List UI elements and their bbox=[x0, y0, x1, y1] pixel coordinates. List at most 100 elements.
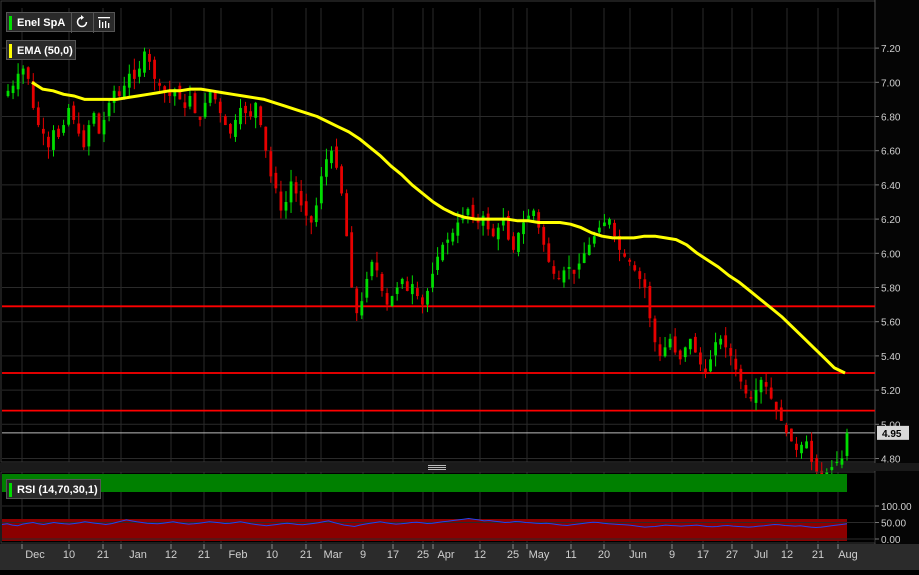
candle-body[interactable] bbox=[57, 128, 60, 138]
candle-body[interactable] bbox=[623, 253, 627, 257]
candle-body[interactable] bbox=[688, 338, 692, 350]
candle-body[interactable] bbox=[410, 284, 414, 295]
candle-body[interactable] bbox=[613, 222, 616, 237]
candle-body[interactable] bbox=[633, 265, 637, 271]
candle-body[interactable] bbox=[845, 432, 849, 456]
candle-body[interactable] bbox=[405, 281, 409, 291]
candle-body[interactable] bbox=[572, 269, 576, 274]
candle-body[interactable] bbox=[274, 172, 278, 189]
candle-body[interactable] bbox=[835, 461, 839, 464]
candle-body[interactable] bbox=[592, 236, 596, 244]
candle-body[interactable] bbox=[496, 227, 500, 240]
candle-body[interactable] bbox=[390, 296, 394, 307]
candle-body[interactable] bbox=[724, 335, 728, 348]
candle-body[interactable] bbox=[188, 95, 192, 107]
candle-body[interactable] bbox=[466, 208, 470, 215]
price-chart[interactable]: 7.20 7.00 6.80 6.60 6.40 6.20 6.00 5.80 5.60 5.40… bbox=[0, 0, 919, 570]
candle-body[interactable] bbox=[289, 181, 293, 203]
candle-body[interactable] bbox=[294, 182, 298, 194]
candle-body[interactable] bbox=[426, 290, 429, 305]
candle-body[interactable] bbox=[648, 286, 652, 319]
candle-body[interactable] bbox=[522, 222, 525, 235]
candle-body[interactable] bbox=[441, 244, 445, 261]
candle-body[interactable] bbox=[400, 278, 404, 285]
candle-body[interactable] bbox=[719, 338, 723, 345]
candle-body[interactable] bbox=[143, 51, 146, 73]
candle-body[interactable] bbox=[355, 288, 359, 314]
candle-body[interactable] bbox=[375, 262, 379, 271]
candle-body[interactable] bbox=[608, 219, 611, 225]
candle-body[interactable] bbox=[112, 90, 116, 103]
candle-body[interactable] bbox=[512, 236, 515, 250]
candle-body[interactable] bbox=[158, 83, 162, 86]
candle-body[interactable] bbox=[254, 102, 258, 118]
candle-body[interactable] bbox=[335, 146, 338, 168]
candle-body[interactable] bbox=[239, 107, 242, 125]
candle-body[interactable] bbox=[360, 301, 364, 316]
candle-body[interactable] bbox=[699, 352, 702, 365]
candle-body[interactable] bbox=[132, 69, 136, 79]
candle-body[interactable] bbox=[340, 166, 343, 194]
symbol-chip[interactable]: Enel SpA bbox=[6, 12, 115, 33]
candle-body[interactable] bbox=[269, 151, 273, 177]
candle-body[interactable] bbox=[21, 68, 25, 75]
chart-settings-button[interactable] bbox=[93, 13, 115, 33]
candle-body[interactable] bbox=[790, 428, 793, 442]
candle-body[interactable] bbox=[218, 101, 222, 114]
candle-body[interactable] bbox=[345, 193, 349, 237]
candle-body[interactable] bbox=[304, 201, 308, 216]
rsi-indicator-chip[interactable]: RSI (14,70,30,1) bbox=[6, 479, 101, 499]
candle-body[interactable] bbox=[451, 232, 455, 242]
candle-body[interactable] bbox=[117, 91, 121, 96]
candle-body[interactable] bbox=[234, 119, 237, 137]
candle-body[interactable] bbox=[749, 397, 753, 399]
candle-body[interactable] bbox=[704, 368, 707, 373]
candle-body[interactable] bbox=[653, 318, 657, 343]
candle-body[interactable] bbox=[244, 105, 247, 114]
candle-body[interactable] bbox=[744, 385, 748, 394]
candle-body[interactable] bbox=[153, 59, 156, 79]
candle-body[interactable] bbox=[800, 444, 803, 454]
candle-body[interactable] bbox=[198, 116, 202, 120]
candle-body[interactable] bbox=[552, 266, 556, 274]
candle-body[interactable] bbox=[663, 347, 667, 357]
candle-body[interactable] bbox=[446, 239, 450, 243]
candle-body[interactable] bbox=[36, 107, 40, 126]
candle-body[interactable] bbox=[597, 227, 601, 233]
candle-body[interactable] bbox=[67, 107, 71, 125]
candle-body[interactable] bbox=[41, 128, 45, 134]
refresh-button[interactable] bbox=[71, 13, 93, 33]
candle-body[interactable] bbox=[325, 159, 328, 177]
candle-body[interactable] bbox=[769, 387, 773, 399]
candle-body[interactable] bbox=[476, 220, 480, 223]
candle-body[interactable] bbox=[603, 222, 606, 227]
candle-body[interactable] bbox=[11, 85, 15, 94]
candle-body[interactable] bbox=[795, 443, 798, 450]
candle-body[interactable] bbox=[77, 123, 81, 134]
candle-body[interactable] bbox=[299, 190, 303, 206]
candle-body[interactable] bbox=[638, 271, 642, 279]
candle-body[interactable] bbox=[47, 136, 50, 148]
candle-body[interactable] bbox=[471, 204, 475, 220]
candle-body[interactable] bbox=[784, 424, 788, 433]
candle-body[interactable] bbox=[754, 390, 758, 403]
candle-body[interactable] bbox=[840, 458, 844, 465]
candle-body[interactable] bbox=[709, 359, 712, 372]
candle-body[interactable] bbox=[587, 244, 591, 255]
chart-area[interactable]: 7.20 7.00 6.80 6.60 6.40 6.20 6.00 5.80 5.60 5.40… bbox=[0, 0, 919, 570]
candle-body[interactable] bbox=[138, 68, 141, 77]
candle-body[interactable] bbox=[805, 441, 808, 449]
candle-body[interactable] bbox=[385, 293, 389, 305]
candle-body[interactable] bbox=[486, 213, 490, 230]
candle-body[interactable] bbox=[734, 358, 738, 370]
candle-body[interactable] bbox=[678, 350, 682, 360]
panel-divider[interactable] bbox=[0, 463, 919, 471]
candle-body[interactable] bbox=[6, 90, 10, 97]
candle-body[interactable] bbox=[729, 348, 733, 356]
candle-body[interactable] bbox=[183, 102, 187, 108]
candle-body[interactable] bbox=[673, 336, 677, 353]
candle-body[interactable] bbox=[774, 401, 778, 411]
candle-body[interactable] bbox=[416, 288, 419, 297]
candle-body[interactable] bbox=[52, 130, 55, 150]
candle-body[interactable] bbox=[436, 256, 439, 271]
